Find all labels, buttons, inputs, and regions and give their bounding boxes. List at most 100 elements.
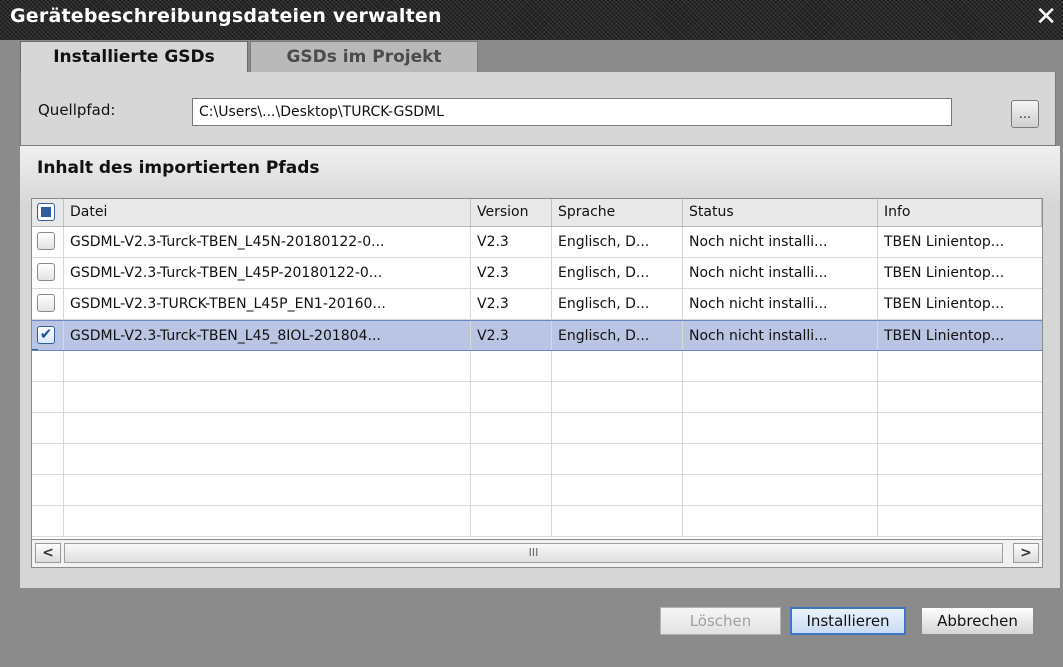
empty-cell xyxy=(552,506,683,536)
empty-cell xyxy=(32,475,64,505)
empty-cell xyxy=(64,413,471,443)
checkbox-cell xyxy=(32,289,64,319)
empty-cell xyxy=(683,413,878,443)
window-title: Gerätebeschreibungsdateien verwalten xyxy=(10,5,442,27)
close-icon[interactable]: ✕ xyxy=(1035,2,1057,32)
empty-cell xyxy=(471,382,552,412)
info-cell: TBEN Linientop... xyxy=(884,296,1005,312)
delete-button[interactable]: Löschen xyxy=(660,607,781,635)
empty-cell xyxy=(878,351,1042,381)
empty-cell xyxy=(683,475,878,505)
empty-row xyxy=(32,444,1042,475)
empty-cell xyxy=(878,413,1042,443)
file-cell: GSDML-V2.3-Turck-TBEN_L45N-20180122-0... xyxy=(64,227,471,257)
empty-cell xyxy=(471,444,552,474)
browse-button[interactable]: ... xyxy=(1011,100,1039,128)
language-cell: Englisch, D... xyxy=(552,321,683,350)
column-header-file[interactable]: Datei xyxy=(64,199,471,226)
empty-row xyxy=(32,413,1042,444)
empty-cell xyxy=(552,444,683,474)
empty-cell xyxy=(683,351,878,381)
empty-cell xyxy=(471,475,552,505)
status-cell: Noch nicht installi... xyxy=(683,227,878,257)
info-cell: TBEN Linientop... xyxy=(884,328,1005,344)
select-all-checkbox[interactable] xyxy=(37,203,55,221)
empty-cell xyxy=(32,444,64,474)
scroll-thumb[interactable]: III xyxy=(64,543,1003,563)
row-checkbox[interactable] xyxy=(37,294,55,312)
version-cell: V2.3 xyxy=(471,321,552,350)
table-row-selected[interactable]: ✔ GSDML-V2.3-Turck-TBEN_L45_8IOL-201804.… xyxy=(32,320,1042,351)
empty-cell xyxy=(878,444,1042,474)
empty-cell xyxy=(683,444,878,474)
file-cell: GSDML-V2.3-Turck-TBEN_L45_8IOL-201804... xyxy=(64,321,471,350)
info-cell: TBEN Linientop... xyxy=(884,234,1005,250)
empty-cell xyxy=(471,351,552,381)
checkbox-cell xyxy=(32,227,64,257)
table-row[interactable]: GSDML-V2.3-Turck-TBEN_L45N-20180122-0...… xyxy=(32,227,1042,258)
empty-cell xyxy=(878,475,1042,505)
language-cell: Englisch, D... xyxy=(552,227,683,257)
empty-cell xyxy=(64,382,471,412)
select-all-cell xyxy=(32,199,64,226)
empty-row xyxy=(32,475,1042,506)
empty-cell xyxy=(878,382,1042,412)
row-checkbox-checked[interactable]: ✔ xyxy=(37,326,55,344)
install-button[interactable]: Installieren xyxy=(790,607,906,635)
table-row[interactable]: GSDML-V2.3-Turck-TBEN_L45P-20180122-0...… xyxy=(32,258,1042,289)
empty-cell xyxy=(32,413,64,443)
row-checkbox[interactable] xyxy=(37,232,55,250)
version-cell: V2.3 xyxy=(471,258,552,288)
version-cell: V2.3 xyxy=(471,227,552,257)
scroll-left-icon[interactable]: < xyxy=(35,543,61,563)
empty-cell xyxy=(32,351,64,381)
empty-cell xyxy=(683,506,878,536)
file-cell: GSDML-V2.3-Turck-TBEN_L45P-20180122-0... xyxy=(64,258,471,288)
status-cell: Noch nicht installi... xyxy=(683,258,878,288)
column-header-info[interactable]: Info xyxy=(878,199,1042,226)
empty-cell xyxy=(552,382,683,412)
gsd-table: Datei Version Sprache Status Info GSDML-… xyxy=(31,198,1043,540)
version-cell: V2.3 xyxy=(471,289,552,319)
empty-cell xyxy=(552,351,683,381)
empty-row xyxy=(32,382,1042,413)
empty-cell xyxy=(32,382,64,412)
language-cell: Englisch, D... xyxy=(552,289,683,319)
empty-cell xyxy=(683,382,878,412)
source-path-input[interactable]: C:\Users\...\Desktop\TURCK-GSDML xyxy=(192,98,952,126)
empty-cell xyxy=(878,506,1042,536)
checkbox-cell: ✔ xyxy=(32,321,64,350)
cancel-button[interactable]: Abbrechen xyxy=(921,607,1034,635)
status-cell: Noch nicht installi... xyxy=(683,289,878,319)
section-title: Inhalt des importierten Pfads xyxy=(37,158,320,178)
empty-row xyxy=(32,506,1042,537)
source-path-label: Quellpfad: xyxy=(38,101,116,119)
column-header-status[interactable]: Status xyxy=(683,199,878,226)
empty-cell xyxy=(64,506,471,536)
file-cell: GSDML-V2.3-TURCK-TBEN_L45P_EN1-20160... xyxy=(64,289,471,319)
tab-gsds-in-project[interactable]: GSDs im Projekt xyxy=(250,41,478,72)
table-header: Datei Version Sprache Status Info xyxy=(32,199,1042,227)
column-header-language[interactable]: Sprache xyxy=(552,199,683,226)
empty-cell xyxy=(471,506,552,536)
focus-marker xyxy=(32,349,38,350)
column-header-version[interactable]: Version xyxy=(471,199,552,226)
empty-cell xyxy=(552,413,683,443)
tab-installed-gsds[interactable]: Installierte GSDs xyxy=(20,41,248,72)
empty-row xyxy=(32,351,1042,382)
title-bar: Gerätebeschreibungsdateien verwalten ✕ xyxy=(0,0,1063,40)
checkbox-cell xyxy=(32,258,64,288)
empty-cell xyxy=(64,475,471,505)
table-row[interactable]: GSDML-V2.3-TURCK-TBEN_L45P_EN1-20160... … xyxy=(32,289,1042,320)
empty-cell xyxy=(471,413,552,443)
horizontal-scrollbar[interactable]: < III > xyxy=(31,540,1043,568)
row-checkbox[interactable] xyxy=(37,263,55,281)
language-cell: Englisch, D... xyxy=(552,258,683,288)
info-cell: TBEN Linientop... xyxy=(884,265,1005,281)
empty-cell xyxy=(64,444,471,474)
empty-cell xyxy=(32,506,64,536)
status-cell: Noch nicht installi... xyxy=(683,321,878,350)
scroll-right-icon[interactable]: > xyxy=(1013,543,1039,563)
empty-cell xyxy=(64,351,471,381)
empty-cell xyxy=(552,475,683,505)
